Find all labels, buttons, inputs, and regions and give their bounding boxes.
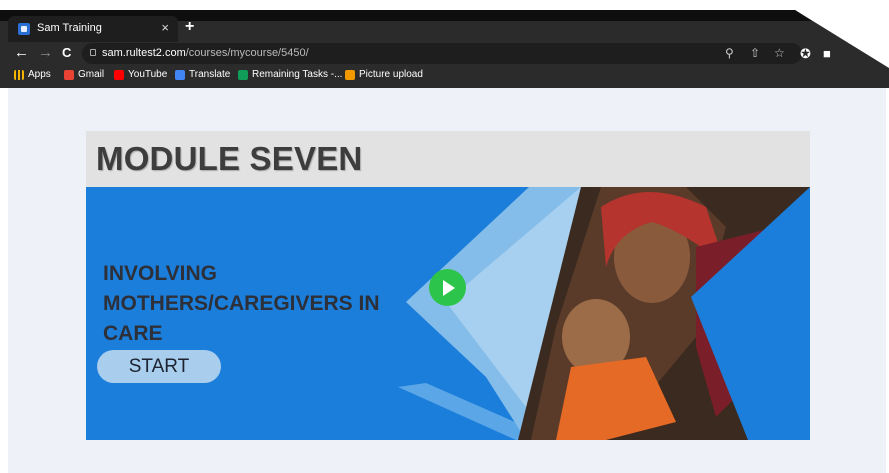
share-icon[interactable]: ⇧	[750, 46, 760, 60]
reload-button[interactable]: C	[62, 45, 71, 61]
slides-icon	[345, 69, 355, 80]
bookmark-label: YouTube	[128, 69, 168, 80]
module-header: MODULE SEVEN	[86, 131, 810, 187]
start-button[interactable]: START	[97, 350, 221, 383]
bookmark-label: Apps	[28, 69, 51, 80]
module-title: MODULE SEVEN	[96, 140, 363, 177]
module-banner: INVOLVING MOTHERS/CAREGIVERS IN CARE STA…	[86, 187, 810, 440]
sheets-icon	[238, 69, 248, 80]
bookmark-label: Translate	[189, 69, 231, 80]
extensions-icon[interactable]: ✪	[800, 46, 811, 62]
bookmark-label: Picture upload	[359, 69, 423, 80]
play-button[interactable]	[429, 269, 466, 306]
bookmark-gmail[interactable]: Gmail	[64, 69, 104, 80]
bookmark-remaining-tasks[interactable]: Remaining Tasks -...	[238, 69, 342, 80]
bookmarks-bar: Apps Gmail YouTube Translate Remaining T…	[0, 67, 860, 85]
browser-chrome: Sam Training × + ← → C sam.rultest2.com/…	[0, 10, 889, 88]
banner-heading: INVOLVING MOTHERS/CAREGIVERS IN CARE	[103, 262, 380, 345]
bookmark-translate[interactable]: Translate	[175, 69, 230, 80]
lock-icon	[90, 49, 96, 56]
bookmark-picture-upload[interactable]: Picture upload	[345, 69, 423, 80]
address-bar[interactable]: sam.rultest2.com/courses/mycourse/5450/ …	[82, 43, 802, 64]
translate-icon	[175, 69, 185, 80]
zoom-icon[interactable]: ⚲	[725, 46, 734, 60]
apps-grid-icon	[14, 69, 24, 80]
address-url: sam.rultest2.com/courses/mycourse/5450/	[102, 47, 309, 59]
url-host: sam.rultest2.com	[102, 47, 186, 59]
bookmark-label: Remaining Tasks -...	[252, 69, 343, 80]
tab-close-icon[interactable]: ×	[161, 20, 169, 35]
browser-toolbar: ← → C sam.rultest2.com/courses/mycourse/…	[0, 42, 850, 66]
bookmark-youtube[interactable]: YouTube	[114, 69, 167, 80]
gmail-icon	[64, 69, 74, 80]
youtube-icon	[114, 69, 124, 80]
new-tab-button[interactable]: +	[185, 18, 194, 36]
tab-title: Sam Training	[37, 22, 102, 34]
star-icon[interactable]: ☆	[774, 46, 785, 60]
back-button[interactable]: ←	[14, 45, 29, 61]
url-path: /courses/mycourse/5450/	[185, 47, 309, 59]
sidepanel-icon[interactable]: ■	[823, 46, 831, 61]
bookmark-apps[interactable]: Apps	[14, 69, 51, 80]
site-favicon-icon	[18, 23, 30, 35]
bookmark-label: Gmail	[78, 69, 105, 80]
forward-button[interactable]: →	[38, 45, 53, 61]
browser-tab[interactable]: Sam Training ×	[8, 16, 178, 42]
